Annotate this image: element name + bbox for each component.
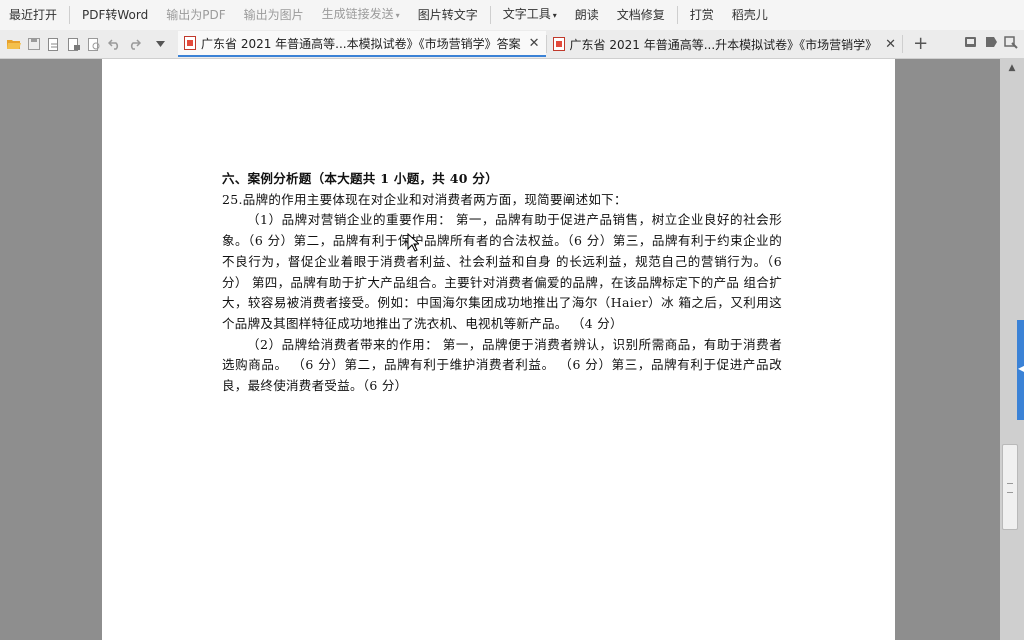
tab-title: 广东省 2021 年普通高等...升本模拟试卷》《市场营销学》 [569, 37, 878, 52]
quick-access-toolbar [0, 34, 170, 54]
answer-part-2: （2）品牌给消费者带来的作用： 第一，品牌便于消费者辨认，识别所需商品，有助于消… [222, 336, 782, 394]
menu-text-tools[interactable]: 文字工具 ▾ [494, 5, 566, 25]
menu-separator [489, 6, 491, 24]
menu-share-link[interactable]: 生成链接发送 ▾ [313, 5, 409, 25]
tab-document-exam[interactable]: 广东省 2021 年普通高等...升本模拟试卷》《市场营销学》 ✕ [547, 31, 903, 57]
open-folder-icon[interactable] [4, 34, 24, 54]
mouse-cursor-icon [407, 232, 421, 256]
save-icon[interactable] [24, 34, 44, 54]
minimize-tab-icon[interactable] [964, 34, 978, 53]
print-icon[interactable] [64, 34, 84, 54]
menu-recent[interactable]: 最近打开 [0, 6, 66, 24]
chevron-down-icon: ▾ [552, 11, 557, 20]
close-icon[interactable]: ✕ [529, 36, 540, 51]
thumb-grip [1007, 483, 1013, 493]
menu-export-image[interactable]: 输出为图片 [235, 6, 313, 24]
side-panel-toggle[interactable]: ◀ [1017, 320, 1024, 420]
undo-icon[interactable] [104, 34, 124, 54]
window-tools [964, 34, 1018, 53]
menu-share-link-label: 生成链接发送 [321, 7, 394, 21]
tab-separator [902, 35, 904, 53]
menu-export-pdf[interactable]: 输出为PDF [157, 6, 234, 24]
menu-toolbar: 最近打开 PDF转Word 输出为PDF 输出为图片 生成链接发送 ▾ 图片转文字… [0, 0, 1024, 30]
scroll-up-icon[interactable]: ▲ [1000, 59, 1024, 77]
menu-image-to-text[interactable]: 图片转文字 [409, 6, 487, 24]
export-icon[interactable] [44, 34, 64, 54]
menu-pdf-to-word[interactable]: PDF转Word [73, 6, 157, 24]
menu-separator [69, 6, 71, 24]
answer-part-1: （1）品牌对营销企业的重要作用： 第一，品牌有助于促进产品销售，树立企业良好的社… [222, 212, 782, 331]
add-tab-icon[interactable]: + [913, 35, 928, 53]
close-icon[interactable]: ✕ [885, 37, 896, 52]
skin-icon[interactable] [984, 34, 998, 53]
redo-icon[interactable] [124, 34, 144, 54]
document-viewport[interactable]: 六、案例分析题（本大题共 1 小题，共 40 分） 25.品牌的作用主要体现在对… [0, 59, 1000, 640]
question-25: 25.品牌的作用主要体现在对企业和对消费者两方面，现简要阐述如下： [222, 191, 627, 207]
menu-icon[interactable] [1004, 34, 1018, 53]
pdf-file-icon [552, 37, 565, 51]
scroll-thumb[interactable] [1002, 444, 1018, 530]
document-page: 六、案例分析题（本大题共 1 小题，共 40 分） 25.品牌的作用主要体现在对… [102, 59, 895, 640]
tab-document-answers[interactable]: 广东省 2021 年普通高等...本模拟试卷》《市场营销学》答案 ✕ [178, 31, 546, 57]
menu-read-aloud[interactable]: 朗读 [566, 6, 608, 24]
menu-reward[interactable]: 打赏 [681, 6, 723, 24]
chevron-left-icon: ◀ [1018, 364, 1024, 373]
section-heading: 六、案例分析题（本大题共 1 小题，共 40 分） [222, 171, 499, 186]
menu-text-tools-label: 文字工具 [502, 7, 551, 21]
tab-title: 广东省 2021 年普通高等...本模拟试卷》《市场营销学》答案 [201, 36, 521, 51]
preview-icon[interactable] [84, 34, 104, 54]
page-content: 六、案例分析题（本大题共 1 小题，共 40 分） 25.品牌的作用主要体现在对… [222, 169, 782, 397]
menu-doc-repair[interactable]: 文档修复 [608, 6, 674, 24]
chevron-down-icon: ▾ [395, 11, 400, 20]
pdf-file-icon [184, 36, 196, 50]
menu-docer[interactable]: 稻壳儿 [723, 6, 777, 24]
customize-dropdown-icon[interactable] [150, 34, 170, 54]
tab-bar: 广东省 2021 年普通高等...本模拟试卷》《市场营销学》答案 ✕ 广东省 2… [0, 30, 1024, 59]
menu-separator [676, 6, 678, 24]
